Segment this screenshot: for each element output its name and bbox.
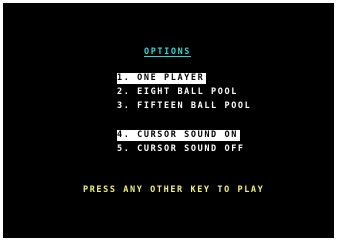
- menu-option-eight-ball-pool[interactable]: 2. EIGHT BALL POOL: [117, 87, 238, 98]
- play-prompt: PRESS ANY OTHER KEY TO PLAY: [83, 185, 265, 195]
- menu-option-cursor-sound-off[interactable]: 5. CURSOR SOUND OFF: [117, 144, 245, 155]
- menu-option-one-player[interactable]: 1. ONE PLAYER: [117, 73, 207, 84]
- options-title: OPTIONS: [144, 47, 192, 57]
- menu-option-fifteen-ball-pool[interactable]: 3. FIFTEEN BALL POOL: [117, 101, 251, 112]
- menu-option-cursor-sound-on[interactable]: 4. CURSOR SOUND ON: [117, 130, 240, 141]
- game-screen: OPTIONS 1. ONE PLAYER 2. EIGHT BALL POOL…: [3, 3, 334, 238]
